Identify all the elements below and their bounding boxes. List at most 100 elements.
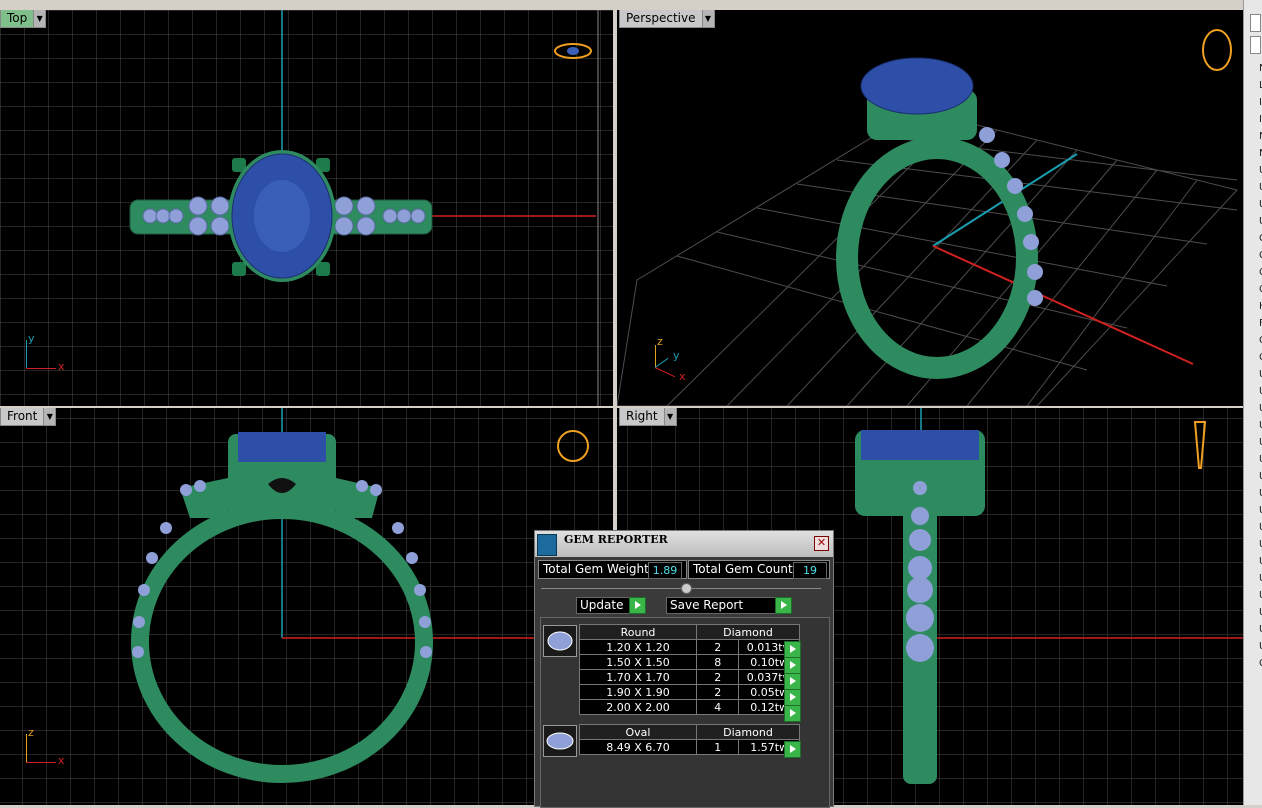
- panel-list-item[interactable]: H: [1244, 298, 1262, 315]
- gem-size: 1.70 X 1.70: [579, 669, 697, 685]
- panel-list-item[interactable]: U: [1244, 485, 1262, 502]
- viewport-top[interactable]: Top ▼ y x: [0, 10, 613, 406]
- viewport-front[interactable]: Front ▼ z x: [0, 408, 613, 805]
- dialog-title: GEM REPORTER: [564, 533, 668, 546]
- close-icon[interactable]: ✕: [814, 536, 829, 551]
- perspective-scene: [617, 29, 1238, 406]
- axis-x-label: x: [58, 360, 65, 373]
- gem-size: 8.49 X 6.70: [579, 739, 697, 755]
- round-gem-table: Round Diamond 1.20 X 1.20 2 0.013tw 1.50…: [579, 624, 800, 715]
- dialog-titlebar[interactable]: GEM REPORTER ✕: [535, 531, 833, 557]
- splitter-handle[interactable]: [541, 583, 821, 594]
- front-scene: [0, 408, 613, 805]
- viewport-top-label[interactable]: Top ▼: [0, 10, 47, 28]
- panel-list-item[interactable]: C: [1244, 349, 1262, 366]
- panel-list-item[interactable]: U: [1244, 434, 1262, 451]
- panel-list-item[interactable]: U: [1244, 553, 1262, 570]
- chevron-down-icon[interactable]: ▼: [702, 10, 715, 28]
- viewport-perspective-label[interactable]: Perspective ▼: [619, 10, 715, 28]
- select-row-button[interactable]: [784, 705, 801, 722]
- axis-indicator: z y x: [651, 335, 701, 383]
- panel-list-item[interactable]: L: [1244, 77, 1262, 94]
- panel-list-item[interactable]: U: [1244, 621, 1262, 638]
- panel-list-item[interactable]: U: [1244, 604, 1262, 621]
- panel-list-item[interactable]: U: [1244, 179, 1262, 196]
- panel-list-item[interactable]: U: [1244, 502, 1262, 519]
- panel-list-item[interactable]: U: [1244, 570, 1262, 587]
- panel-list-item[interactable]: U: [1244, 519, 1262, 536]
- panel-tab[interactable]: [1250, 14, 1261, 32]
- viewport-front-label[interactable]: Front ▼: [0, 408, 57, 426]
- gem-size: 1.20 X 1.20: [579, 639, 697, 655]
- save-report-go-button[interactable]: [775, 597, 792, 614]
- total-gem-weight-value: 1.89: [648, 562, 682, 579]
- chevron-down-icon[interactable]: ▼: [664, 408, 677, 426]
- chevron-down-icon[interactable]: ▼: [44, 408, 57, 426]
- panel-list-item[interactable]: I: [1244, 94, 1262, 111]
- gem-count: 2: [695, 669, 740, 685]
- update-button[interactable]: Update: [576, 597, 631, 614]
- material-header: Diamond: [696, 724, 800, 740]
- axis-indicator: z x: [22, 726, 72, 770]
- select-row-button[interactable]: [784, 641, 801, 658]
- total-gem-count-value: 19: [793, 562, 827, 579]
- table-row[interactable]: 1.50 X 1.50 8 0.10tw: [579, 654, 800, 670]
- oval-gem-table: Oval Diamond 8.49 X 6.70 1 1.57tw: [579, 724, 800, 755]
- gem-count: 1: [695, 739, 740, 755]
- gem-count: 2: [695, 684, 740, 700]
- panel-list-item[interactable]: U: [1244, 400, 1262, 417]
- select-row-button[interactable]: [784, 657, 801, 674]
- table-row[interactable]: 1.90 X 1.90 2 0.05tw: [579, 684, 800, 700]
- panel-list-item[interactable]: C: [1244, 264, 1262, 281]
- table-row[interactable]: 8.49 X 6.70 1 1.57tw: [579, 739, 800, 755]
- gem-size: 1.50 X 1.50: [579, 654, 697, 670]
- panel-list-item[interactable]: N: [1244, 128, 1262, 145]
- gem-size: 2.00 X 2.00: [579, 699, 697, 715]
- panel-list-item[interactable]: C: [1244, 281, 1262, 298]
- top-scene: [0, 10, 613, 406]
- select-row-button[interactable]: [784, 689, 801, 706]
- panel-list-item[interactable]: U: [1244, 638, 1262, 655]
- table-row[interactable]: 1.20 X 1.20 2 0.013tw: [579, 639, 800, 655]
- gem-count: 4: [695, 699, 740, 715]
- panel-list-item[interactable]: F: [1244, 315, 1262, 332]
- panel-list-item[interactable]: U: [1244, 196, 1262, 213]
- panel-list-item[interactable]: C: [1244, 247, 1262, 264]
- side-panel[interactable]: NLIINNUUUUCCCCHFCCUUUUUUUUUUUUUUUUUC: [1243, 0, 1262, 805]
- panel-list-item[interactable]: U: [1244, 213, 1262, 230]
- select-row-button[interactable]: [784, 673, 801, 690]
- panel-list-item[interactable]: U: [1244, 587, 1262, 604]
- panel-list-item[interactable]: U: [1244, 366, 1262, 383]
- axis-z-label: z: [657, 335, 663, 348]
- gem-reporter-dialog[interactable]: GEM REPORTER ✕ Total Gem Weight 1.89 Tot…: [534, 530, 834, 808]
- axis-y-label: y: [28, 332, 35, 345]
- save-report-button[interactable]: Save Report: [666, 597, 776, 614]
- axis-y-label: y: [673, 349, 680, 362]
- table-row[interactable]: 1.70 X 1.70 2 0.037tw: [579, 669, 800, 685]
- panel-list-item[interactable]: C: [1244, 332, 1262, 349]
- axis-z-label: z: [28, 726, 34, 739]
- viewport-perspective-name: Perspective: [619, 10, 703, 28]
- panel-list-item[interactable]: C: [1244, 655, 1262, 672]
- select-row-button[interactable]: [784, 741, 801, 758]
- viewport-perspective[interactable]: Perspective ▼ z y x: [617, 10, 1243, 406]
- panel-list-item[interactable]: U: [1244, 468, 1262, 485]
- update-go-button[interactable]: [629, 597, 646, 614]
- shape-header: Oval: [579, 724, 697, 740]
- table-row[interactable]: 2.00 X 2.00 4 0.12tw: [579, 699, 800, 715]
- gem-count: 8: [695, 654, 740, 670]
- panel-list-item[interactable]: U: [1244, 417, 1262, 434]
- panel-list-item[interactable]: I: [1244, 111, 1262, 128]
- panel-tab[interactable]: [1250, 36, 1261, 54]
- viewport-right-label[interactable]: Right ▼: [619, 408, 677, 426]
- panel-list-item[interactable]: U: [1244, 162, 1262, 179]
- panel-list-item[interactable]: U: [1244, 451, 1262, 468]
- chevron-down-icon[interactable]: ▼: [34, 10, 47, 28]
- panel-list-item[interactable]: N: [1244, 60, 1262, 77]
- panel-list-item[interactable]: U: [1244, 536, 1262, 553]
- panel-list-item[interactable]: N: [1244, 145, 1262, 162]
- shape-header: Round: [579, 624, 697, 640]
- panel-list-item[interactable]: C: [1244, 230, 1262, 247]
- gem-count: 2: [695, 639, 740, 655]
- panel-list-item[interactable]: U: [1244, 383, 1262, 400]
